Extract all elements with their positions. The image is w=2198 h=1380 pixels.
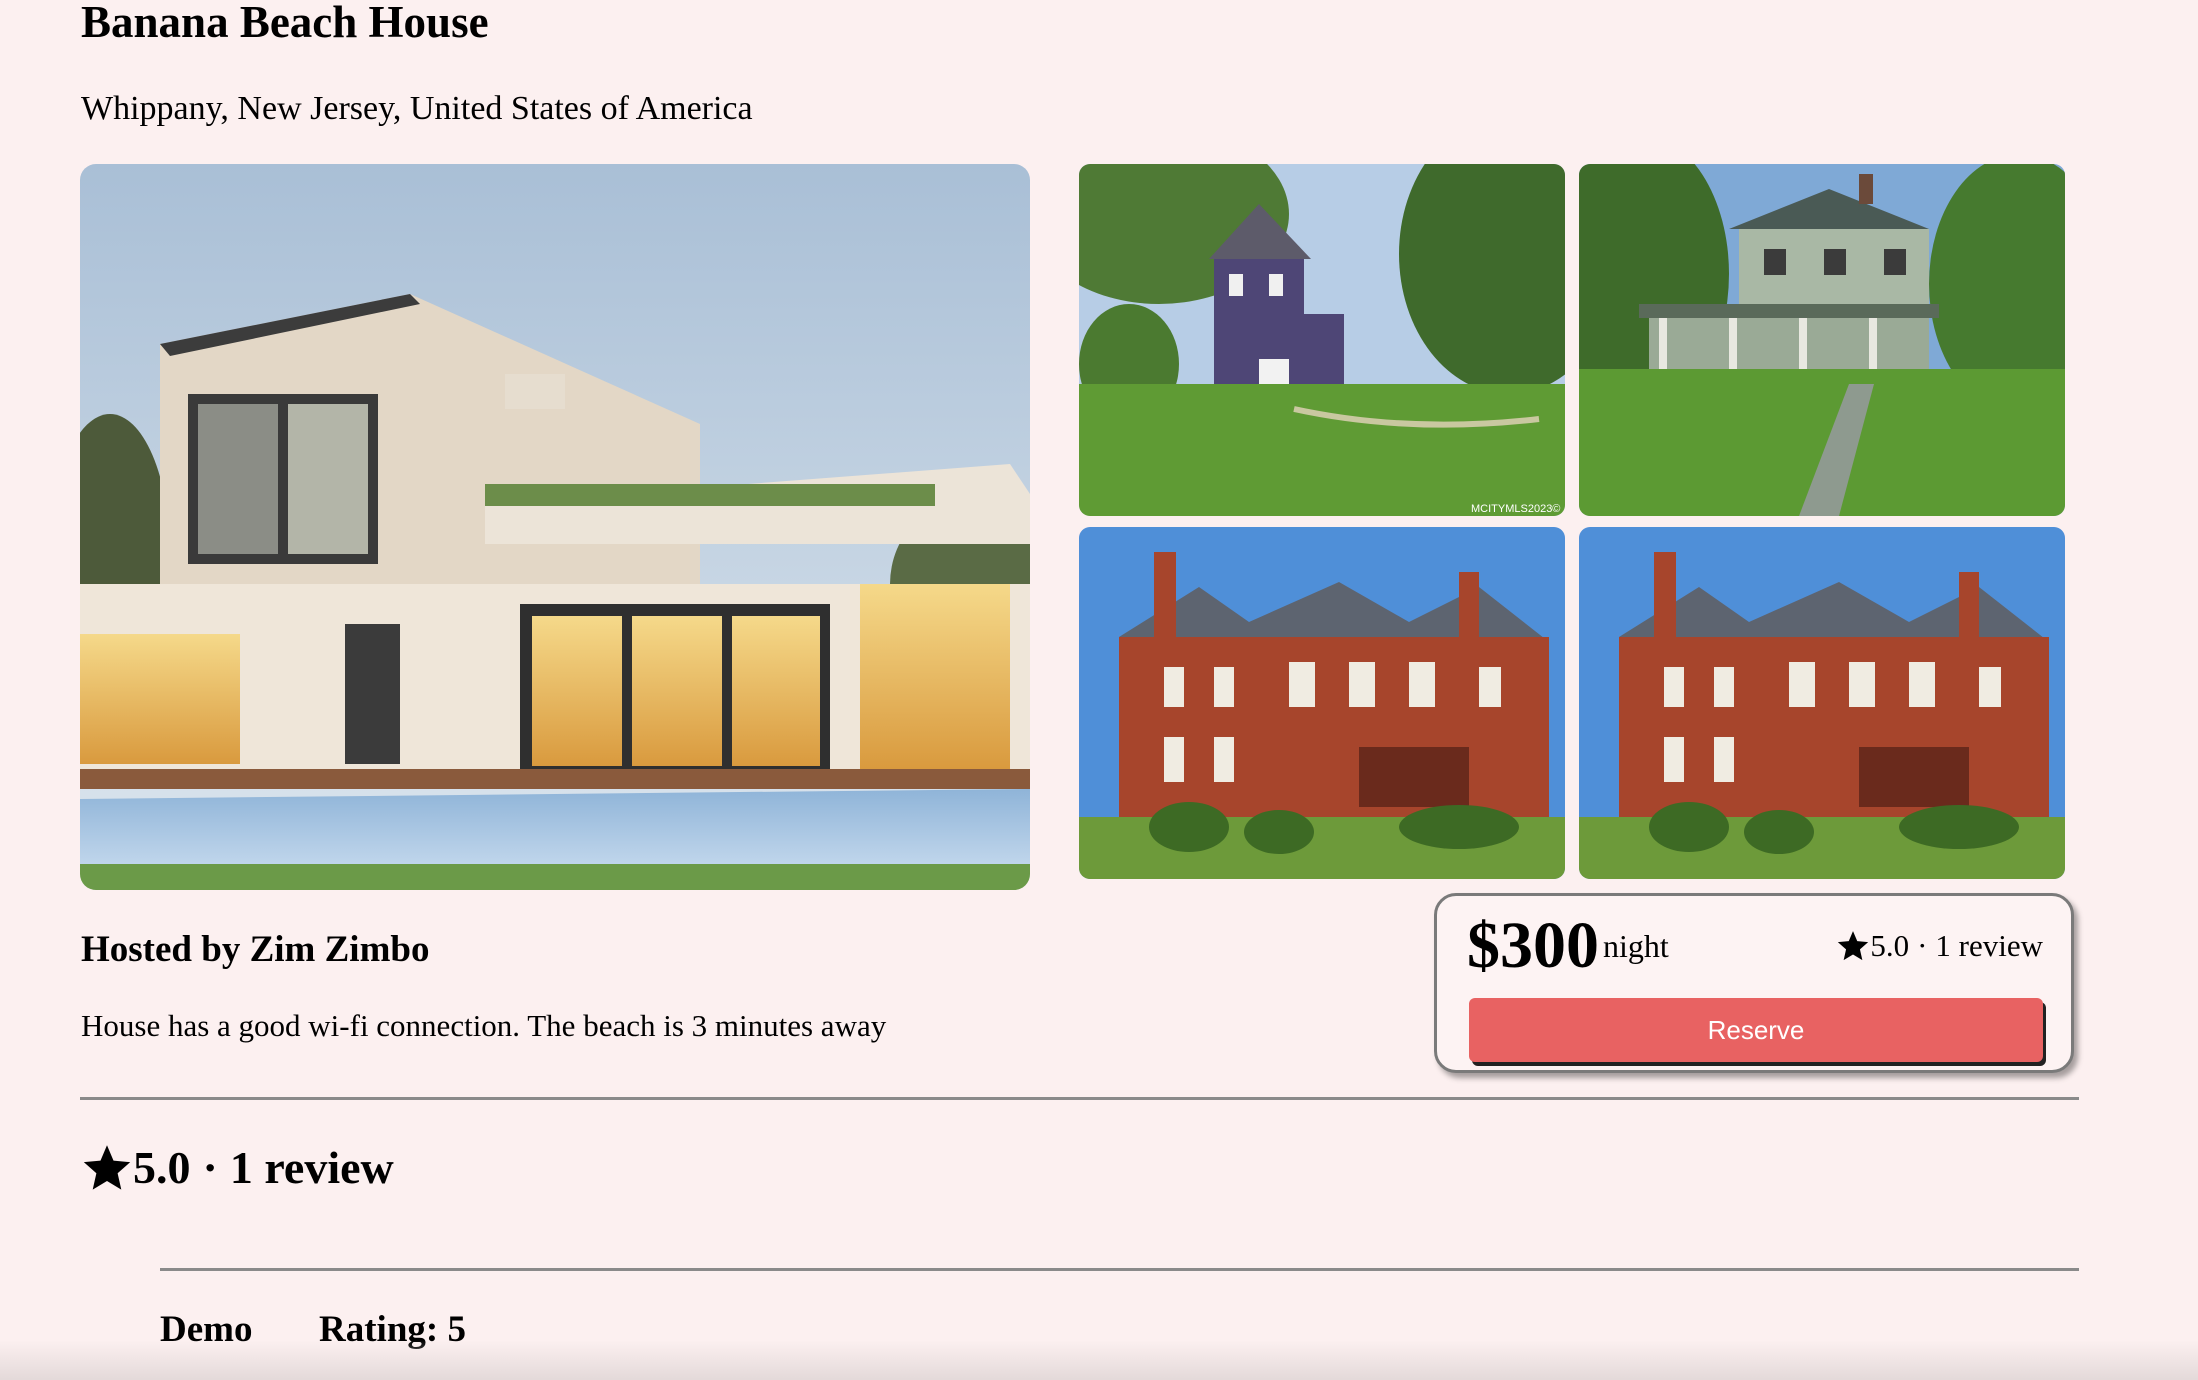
listing-title: Banana Beach House: [81, 0, 489, 47]
listing-description: House has a good wi-fi connection. The b…: [81, 1008, 887, 1043]
host-prefix: Hosted by: [81, 929, 241, 970]
reviews-rating-value: 5.0: [133, 1142, 191, 1193]
listing-location: Whippany, New Jersey, United States of A…: [81, 90, 753, 127]
card-rating-separator: ·: [1917, 928, 1928, 963]
gallery-photo-1[interactable]: MCITYMLS2023©: [1079, 164, 1565, 516]
star-icon: [83, 1145, 131, 1190]
booking-card: $300 night 5.0 · 1 review Reserve: [1434, 893, 2074, 1073]
bottom-shadow: [0, 1340, 2198, 1380]
section-divider: [80, 1097, 2079, 1100]
main-photo[interactable]: [80, 164, 1030, 890]
card-review-count[interactable]: 1 review: [1935, 926, 2043, 966]
gallery-photo-2[interactable]: [1579, 164, 2065, 516]
price: $300: [1467, 909, 1599, 982]
reviews-count: 1 review: [229, 1142, 394, 1193]
host-name: Zim Zimbo: [249, 929, 430, 970]
reviews-summary: 5.0 · 1 review: [81, 1140, 394, 1196]
host-heading: Hosted by Zim Zimbo: [81, 928, 429, 972]
card-rating: 5.0 · 1 review: [1836, 926, 2043, 966]
reserve-button[interactable]: Reserve: [1469, 998, 2043, 1062]
gallery-photo-4[interactable]: [1579, 527, 2065, 879]
card-rating-value: 5.0: [1870, 928, 1910, 963]
brick-mansion-image: [1579, 527, 2065, 879]
watermark-text: MCITYMLS2023©: [1471, 503, 1560, 515]
review-divider: [160, 1268, 2079, 1271]
modern-house-image: [80, 164, 1030, 890]
brick-mansion-image: [1079, 527, 1565, 879]
reviews-separator: ·: [202, 1142, 218, 1193]
purple-farmhouse-image: MCITYMLS2023©: [1079, 164, 1565, 516]
price-unit: night: [1603, 928, 1669, 964]
victorian-house-image: [1579, 164, 2065, 516]
gallery-photo-3[interactable]: [1079, 527, 1565, 879]
star-icon: [1838, 931, 1869, 961]
